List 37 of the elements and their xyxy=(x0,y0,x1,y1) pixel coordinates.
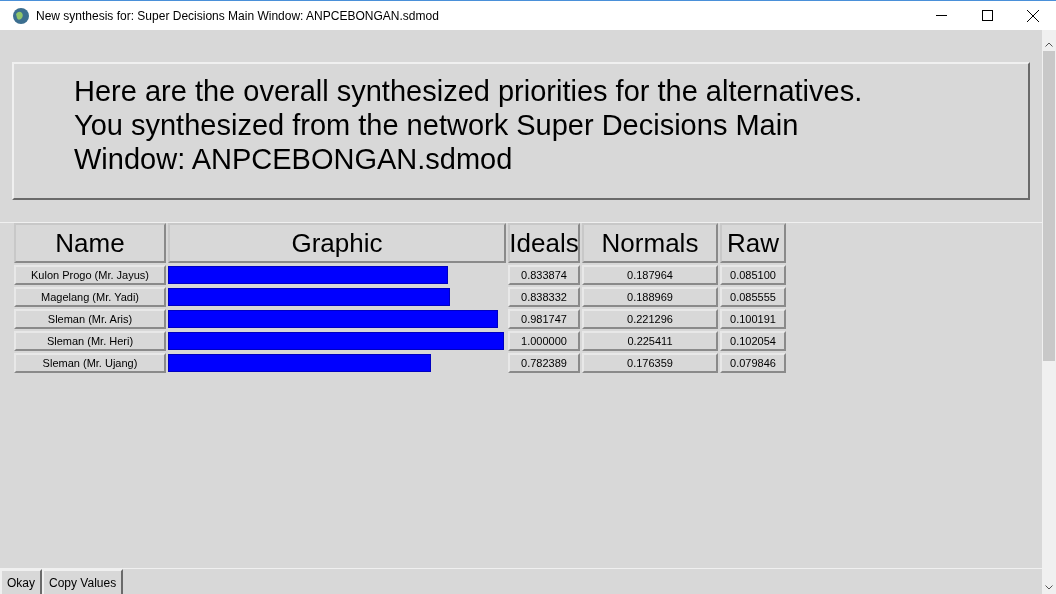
ideals-cell: 0.981747 xyxy=(508,309,580,329)
normals-cell: 0.187964 xyxy=(582,265,718,285)
normals-cell: 0.176359 xyxy=(582,353,718,373)
okay-button[interactable]: Okay xyxy=(0,569,42,594)
scroll-up-icon xyxy=(1045,42,1053,47)
window-title: New synthesis for: Super Decisions Main Window: ANPCEBONGAN.sdmod xyxy=(36,7,439,25)
name-cell: Sleman (Mr. Aris) xyxy=(14,309,166,329)
message-panel: Here are the overall synthesized priorities for the alternatives. You synthesized from the network Super Decisions Main Window: ANPCEBONGAN.sdmod xyxy=(12,62,1030,200)
column-header: Graphic xyxy=(168,223,506,263)
normals-cell: 0.221296 xyxy=(582,309,718,329)
scroll-down-icon xyxy=(1045,585,1053,590)
column-header: Raw xyxy=(720,223,786,263)
raw-cell: 0.085100 xyxy=(720,265,786,285)
name-cell: Sleman (Mr. Ujang) xyxy=(14,353,166,373)
raw-cell: 0.100191 xyxy=(720,309,786,329)
normals-cell: 0.225411 xyxy=(582,331,718,351)
name-cell: Sleman (Mr. Heri) xyxy=(14,331,166,351)
minimize-icon xyxy=(935,15,947,16)
ideals-cell: 0.782389 xyxy=(508,353,580,373)
name-cell: Kulon Progo (Mr. Jayus) xyxy=(14,265,166,285)
ideals-cell: 0.838332 xyxy=(508,287,580,307)
column-header: Normals xyxy=(582,223,718,263)
app-icon xyxy=(12,6,30,25)
raw-cell: 0.102054 xyxy=(720,331,786,351)
maximize-icon xyxy=(981,10,993,21)
column-header: Ideals xyxy=(508,223,580,263)
scrollbar[interactable] xyxy=(1042,30,1056,594)
name-cell: Magelang (Mr. Yadi) xyxy=(14,287,166,307)
raw-cell: 0.079846 xyxy=(720,353,786,373)
close-icon xyxy=(1027,9,1039,22)
column-header: Name xyxy=(14,223,166,263)
ideals-cell: 1.000000 xyxy=(508,331,580,351)
scroll-thumb[interactable] xyxy=(1043,51,1055,361)
normals-cell: 0.188969 xyxy=(582,287,718,307)
ideals-cell: 0.833874 xyxy=(508,265,580,285)
raw-cell: 0.085555 xyxy=(720,287,786,307)
copy-values-button[interactable]: Copy Values xyxy=(42,569,124,594)
